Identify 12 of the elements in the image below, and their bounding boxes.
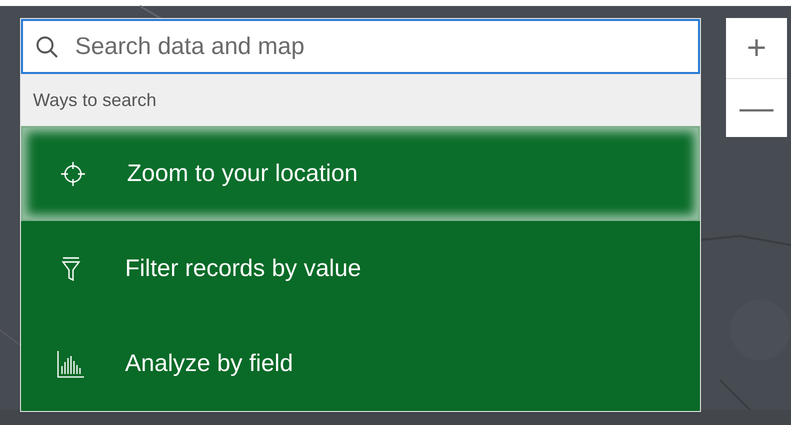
zoom-in-button[interactable]: + — [726, 18, 787, 78]
crosshair-icon — [60, 160, 86, 186]
menu-item[interactable]: Analyze by field — [21, 316, 700, 411]
menu-item[interactable]: Filter records by value — [21, 221, 700, 316]
search-input[interactable]: Search data and map — [75, 28, 686, 64]
menu-header: Ways to search — [33, 88, 156, 112]
bar-chart-icon — [57, 350, 85, 378]
search-field[interactable]: Search data and map — [21, 19, 700, 74]
funnel-icon — [61, 256, 81, 282]
menu-item[interactable]: Zoom to your location — [21, 126, 700, 221]
zoom-out-button[interactable]: — — [726, 78, 787, 137]
search-icon — [35, 34, 59, 58]
